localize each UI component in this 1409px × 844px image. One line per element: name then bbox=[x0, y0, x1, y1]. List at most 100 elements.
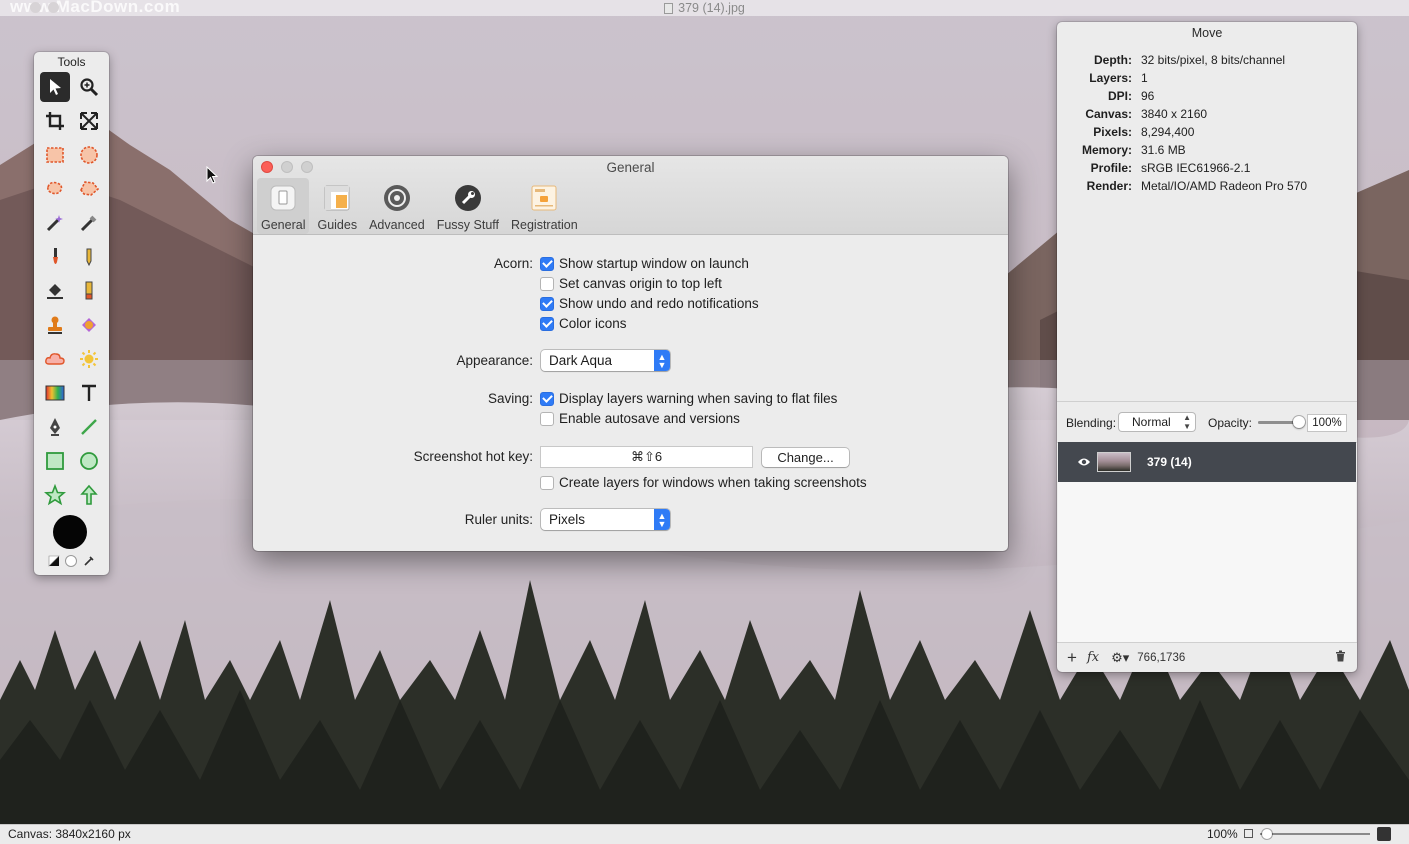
checkbox[interactable] bbox=[540, 391, 554, 406]
bezier-tool[interactable] bbox=[40, 412, 70, 442]
line-icon bbox=[81, 419, 97, 435]
blending-mode-popup[interactable]: Normal ▲ ▼ bbox=[1119, 413, 1195, 431]
layers-list-empty-area[interactable] bbox=[1058, 482, 1356, 642]
preferences-toolbar: General General Guides Advanced Fussy St… bbox=[253, 156, 1008, 235]
hotkey-label: Screenshot hot key: bbox=[413, 449, 533, 464]
main-window-titlebar: www.MacDown.com 379 (14).jpg bbox=[0, 0, 1409, 16]
tab-fussy-stuff[interactable]: Fussy Stuff bbox=[433, 178, 503, 234]
opacity-slider-track[interactable] bbox=[1258, 416, 1305, 428]
dodge-burn-tool[interactable] bbox=[74, 344, 104, 374]
bucket-icon bbox=[47, 284, 63, 299]
foreground-color-well[interactable] bbox=[53, 515, 87, 549]
eyedropper-icon[interactable] bbox=[83, 555, 95, 567]
lasso-tool[interactable] bbox=[40, 174, 70, 204]
cloud-tool[interactable] bbox=[40, 344, 70, 374]
info-row-pixels: Pixels: 8,294,400 bbox=[1093, 125, 1195, 139]
appearance-popup[interactable]: Dark Aqua ▲ ▼ bbox=[541, 350, 670, 371]
zoom-slider-track[interactable] bbox=[1260, 829, 1370, 839]
eraser-tool[interactable] bbox=[74, 276, 104, 306]
hotkey-field[interactable]: ⌘⇧6 bbox=[540, 446, 753, 468]
user-avatar-icon[interactable] bbox=[1377, 827, 1391, 841]
checkbox[interactable] bbox=[540, 276, 554, 291]
option-color-icons[interactable]: Color icons bbox=[540, 316, 627, 331]
heal-tool[interactable] bbox=[74, 310, 104, 340]
cursor-coordinates: 766,1736 bbox=[1137, 651, 1186, 664]
up-arrow-icon bbox=[80, 484, 98, 505]
rect-shape-tool[interactable] bbox=[40, 446, 70, 476]
preferences-tabs: General Guides Advanced Fussy Stuff Regi… bbox=[257, 178, 582, 234]
info-row-canvas: Canvas: 3840 x 2160 bbox=[1085, 107, 1208, 121]
tab-guides[interactable]: Guides bbox=[313, 178, 361, 234]
eye-visibility-icon[interactable] bbox=[1077, 457, 1091, 467]
add-layer-icon[interactable]: + bbox=[1067, 648, 1077, 668]
gear-menu-icon[interactable]: ⚙▾ bbox=[1111, 650, 1129, 666]
clone-stamp-tool[interactable] bbox=[40, 310, 70, 340]
appearance-label: Appearance: bbox=[456, 353, 533, 368]
popup-arrows-icon: ▲ ▼ bbox=[654, 350, 670, 371]
layer-row-selected[interactable]: 379 (14) bbox=[1058, 442, 1356, 482]
guides-icon bbox=[321, 182, 353, 214]
minimize-button[interactable] bbox=[30, 2, 41, 13]
zoom-tool[interactable] bbox=[74, 72, 104, 102]
option-layers-warning[interactable]: Display layers warning when saving to fl… bbox=[540, 391, 837, 406]
paint-bucket-tool[interactable] bbox=[40, 276, 70, 306]
opacity-slider-knob[interactable] bbox=[1293, 416, 1305, 428]
move-tool[interactable] bbox=[40, 72, 70, 102]
tab-registration[interactable]: Registration bbox=[507, 178, 582, 234]
background-color-well[interactable] bbox=[65, 555, 77, 567]
text-tool[interactable] bbox=[74, 378, 104, 408]
ruler-units-popup[interactable]: Pixels ▲ ▼ bbox=[541, 509, 670, 530]
saving-label: Saving: bbox=[487, 391, 533, 406]
trash-icon[interactable] bbox=[1335, 650, 1346, 665]
zoom-fit-icon[interactable] bbox=[1244, 829, 1253, 838]
checkbox[interactable] bbox=[540, 256, 554, 271]
text-icon bbox=[82, 384, 96, 401]
tool-grid bbox=[38, 72, 106, 510]
gradient-tool[interactable] bbox=[40, 378, 70, 408]
wand-alpha-icon bbox=[80, 215, 97, 232]
checkbox[interactable] bbox=[540, 411, 554, 426]
rect-select-tool[interactable] bbox=[40, 140, 70, 170]
polygon-lasso-icon bbox=[80, 181, 100, 196]
change-hotkey-button[interactable]: Change... bbox=[762, 448, 849, 467]
star-tool[interactable] bbox=[40, 480, 70, 510]
line-tool[interactable] bbox=[74, 412, 104, 442]
zoom-button[interactable] bbox=[48, 2, 59, 13]
registration-card-icon bbox=[528, 182, 560, 214]
opacity-field[interactable]: 100% bbox=[1307, 414, 1347, 432]
brush-tool[interactable] bbox=[40, 242, 70, 272]
info-row-dpi: DPI: 96 bbox=[1108, 89, 1155, 103]
arrow-tool[interactable] bbox=[74, 480, 104, 510]
tab-general[interactable]: General bbox=[257, 178, 310, 234]
checkbox[interactable] bbox=[540, 296, 554, 311]
crop-tool[interactable] bbox=[40, 106, 70, 136]
tab-advanced[interactable]: Advanced bbox=[365, 178, 429, 234]
zoom-slider-knob[interactable] bbox=[1262, 829, 1272, 839]
filters-fx-icon[interactable]: fx bbox=[1087, 650, 1099, 665]
pencil-tool[interactable] bbox=[74, 242, 104, 272]
option-undo-notifications[interactable]: Show undo and redo notifications bbox=[540, 296, 759, 311]
blending-mode-value: Normal bbox=[1132, 415, 1171, 429]
polygon-lasso-tool[interactable] bbox=[74, 174, 104, 204]
status-bar: Canvas: 3840x2160 px 100% bbox=[0, 824, 1409, 844]
option-window-layers[interactable]: Create layers for windows when taking sc… bbox=[540, 475, 867, 490]
option-show-startup[interactable]: Show startup window on launch bbox=[540, 256, 749, 271]
resize-tool[interactable] bbox=[74, 106, 104, 136]
magic-wand-tool[interactable] bbox=[40, 208, 70, 238]
layer-name[interactable]: 379 (14) bbox=[1147, 455, 1192, 469]
option-canvas-origin[interactable]: Set canvas origin to top left bbox=[540, 276, 722, 291]
oval-shape-tool[interactable] bbox=[74, 446, 104, 476]
checkbox[interactable] bbox=[540, 316, 554, 331]
ruler-units-value: Pixels bbox=[549, 512, 586, 527]
pencil-icon bbox=[86, 248, 92, 267]
checkbox-label: Show undo and redo notifications bbox=[559, 296, 759, 311]
appearance-value: Dark Aqua bbox=[549, 353, 613, 368]
checkbox[interactable] bbox=[540, 475, 554, 490]
opacity-label: Opacity: bbox=[1208, 416, 1253, 430]
instant-alpha-tool[interactable] bbox=[74, 208, 104, 238]
option-autosave[interactable]: Enable autosave and versions bbox=[540, 411, 740, 426]
swap-colors-icon[interactable] bbox=[48, 555, 60, 567]
ellipse-select-tool[interactable] bbox=[74, 140, 104, 170]
checkbox-label: Create layers for windows when taking sc… bbox=[559, 475, 867, 490]
popup-arrows-icon: ▲ ▼ bbox=[654, 509, 670, 530]
